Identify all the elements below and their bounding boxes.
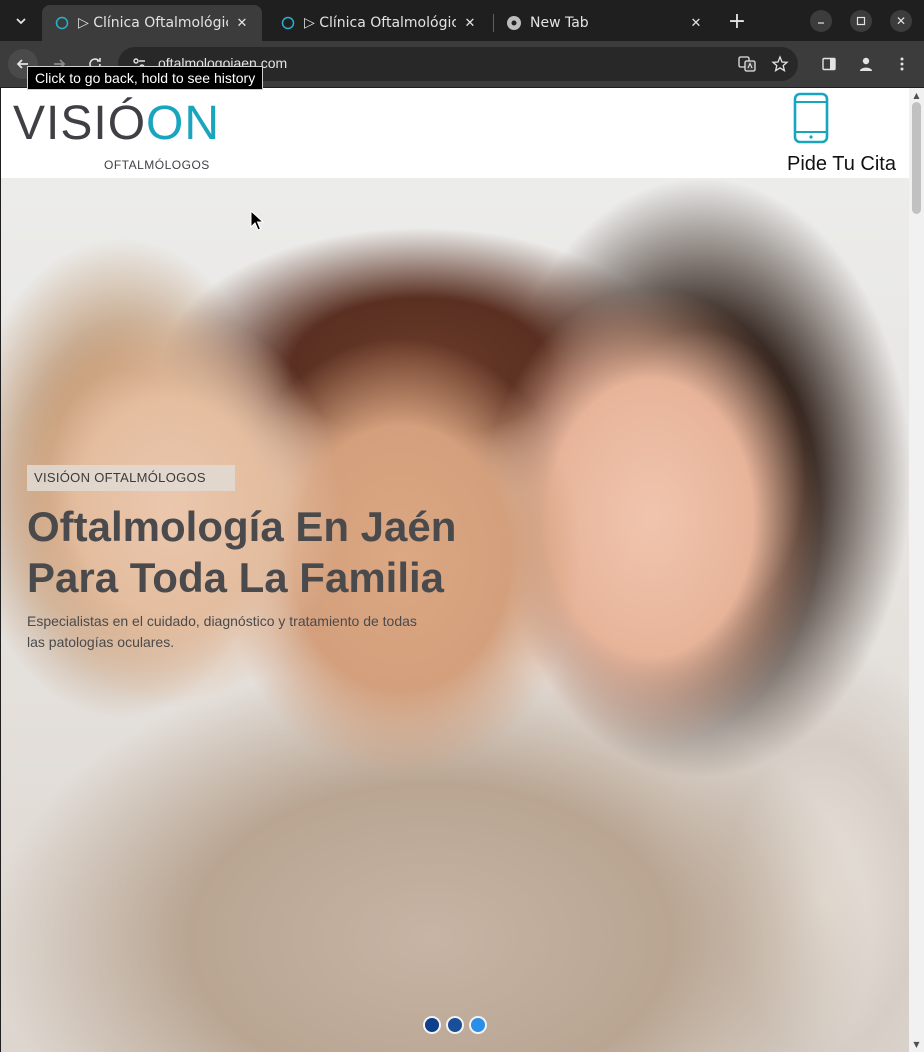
browser-window: ▷ Clínica Oftalmológica ✕ ▷ Clínica Ofta… [0,0,924,1052]
close-tab-icon[interactable]: ✕ [462,15,478,31]
side-panel-icon [822,57,836,71]
plus-icon: + [727,8,747,34]
scrollbar-thumb[interactable] [912,102,921,214]
close-window-button[interactable]: ✕ [890,10,912,32]
menu-button[interactable] [887,49,917,79]
tab-strip: ▷ Clínica Oftalmológica ✕ ▷ Clínica Ofta… [0,0,924,41]
book-appointment-label: Pide Tu Cita [787,153,896,175]
slider-pagination [423,1016,487,1034]
logo-wordmark-accent: ON [146,97,221,150]
more-vert-icon [900,57,904,71]
tab-title: ▷ Clínica Oftalmológica [304,15,456,31]
site-header: VISIÓON OFTALMÓLOGOS Pide Tu Cita [1,88,909,178]
close-icon: ✕ [895,14,907,28]
side-panel-button[interactable] [814,49,844,79]
star-icon [771,55,789,72]
minimize-button[interactable] [810,10,832,32]
hero-kicker: VISIÓON OFTALMÓLOGOS [27,465,235,491]
translate-icon [738,56,756,72]
site-favicon-icon [280,15,296,31]
maximize-icon [856,16,866,26]
logo-wordmark: VISIÓON [13,96,220,151]
close-tab-icon[interactable]: ✕ [234,15,250,31]
tab-new-tab[interactable]: New Tab ✕ [494,5,716,41]
close-tab-icon[interactable]: ✕ [688,15,704,31]
chevron-down-icon [16,18,26,25]
maximize-button[interactable] [850,10,872,32]
tab-search-button[interactable] [8,8,34,34]
logo-wordmark-prefix: VISIÓ [13,97,147,150]
tab-title: New Tab [530,15,589,31]
scroll-up-icon[interactable]: ▲ [912,91,921,100]
tab-clinica-1[interactable]: ▷ Clínica Oftalmológica ✕ [42,5,262,41]
account-icon [859,57,873,71]
profile-button[interactable] [851,49,881,79]
page-scrollbar[interactable]: ▲ ▼ [909,88,924,1052]
bookmark-button[interactable] [765,49,795,79]
hero-title: Oftalmología En Jaén Para Toda La Famili… [27,503,457,601]
tab-clinica-2[interactable]: ▷ Clínica Oftalmológica ✕ [268,5,490,41]
translate-button[interactable] [732,49,762,79]
slide-dot-1[interactable] [423,1016,441,1034]
chrome-icon [506,15,522,31]
site-favicon-icon [54,15,70,31]
new-tab-button[interactable]: + [724,8,750,34]
tab-title: ▷ Clínica Oftalmológica [78,15,228,31]
web-page: VISIÓON OFTALMÓLOGOS Pide Tu Cita VISIÓO… [1,88,909,1052]
back-tooltip: Click to go back, hold to see history [27,66,264,90]
hero-slider: VISIÓON OFTALMÓLOGOS Oftalmología En Jaé… [1,178,909,1052]
book-appointment-link[interactable]: Pide Tu Cita [781,92,901,176]
hero-description: Especialistas en el cuidado, diagnóstico… [27,613,417,650]
slide-dot-3-active[interactable] [469,1016,487,1034]
minimize-icon [818,22,824,24]
site-logo[interactable]: VISIÓON OFTALMÓLOGOS [13,96,219,176]
slide-dot-2[interactable] [446,1016,464,1034]
scroll-down-icon[interactable]: ▼ [912,1040,921,1049]
logo-subtitle: OFTALMÓLOGOS [104,158,210,172]
smartphone-icon [793,92,829,144]
mouse-cursor-icon [250,210,264,231]
